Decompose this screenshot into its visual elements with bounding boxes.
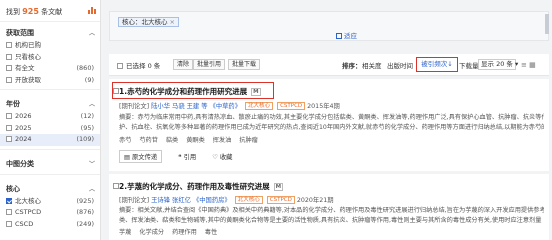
fulltext-badge[interactable]: M bbox=[273, 183, 284, 191]
query-bar: 核心：北大核心 × 适应 bbox=[109, 11, 549, 41]
checkbox-checked[interactable] bbox=[6, 197, 12, 204]
sort-cited-active[interactable]: 被引频次↓ bbox=[416, 57, 458, 72]
checkbox[interactable] bbox=[6, 136, 12, 142]
chevron-up-icon[interactable]: ︿ bbox=[89, 99, 95, 108]
keyword[interactable]: 化学成分 bbox=[139, 229, 164, 236]
checkbox[interactable] bbox=[6, 42, 12, 48]
result-item: 1.赤芍的化学成分和药理作用研究进展 M [期刊论文] 陆小华 马骁 王建 等 《… bbox=[109, 79, 549, 171]
checkbox[interactable] bbox=[6, 53, 12, 60]
checkbox[interactable] bbox=[6, 209, 12, 215]
keywords: 赤芍 芍药苷 萜类 黄酮类 挥发油 抗肿瘤 bbox=[119, 135, 264, 144]
keyword[interactable]: 萜类 bbox=[166, 137, 178, 144]
checkbox[interactable] bbox=[6, 220, 12, 227]
fulltext-badge[interactable]: M bbox=[251, 88, 261, 96]
core-badge: 北大核心 bbox=[245, 102, 274, 110]
keyword[interactable]: 毒性 bbox=[205, 229, 217, 236]
close-icon[interactable]: × bbox=[170, 18, 175, 26]
chart-icon[interactable] bbox=[88, 6, 96, 14]
sort-relevance[interactable]: 相关度 bbox=[362, 60, 382, 70]
filter-option[interactable]: 2026 (12) bbox=[0, 111, 100, 123]
selected-count: 已选择 0 条 bbox=[117, 60, 160, 70]
batch-download-button[interactable]: 批量下载 bbox=[228, 59, 261, 70]
document-icon: ▤ bbox=[124, 154, 130, 161]
chevron-up-icon[interactable]: ︿ bbox=[89, 28, 95, 37]
result-count-number: 925 bbox=[22, 7, 39, 16]
collapse-handle[interactable] bbox=[545, 14, 549, 34]
filter-tag[interactable]: 核心：北大核心 × bbox=[118, 17, 179, 27]
view-toggle[interactable]: ≡ ▦ bbox=[521, 61, 536, 69]
keyword[interactable]: 赤芍 bbox=[119, 137, 131, 144]
abstract-line: 摘要：赤芍为临床常用中药,具有清热凉血、散瘀止痛的功效,其主要化学成分包括萜类、… bbox=[119, 114, 544, 121]
select-all-checkbox[interactable] bbox=[117, 63, 123, 69]
keyword[interactable]: 挥发油 bbox=[213, 137, 232, 144]
section-title-core[interactable]: 核心 ︿ bbox=[0, 178, 100, 196]
cite-button[interactable]: ❝ 引用 bbox=[178, 152, 196, 161]
abstract-line: 摘要：相关文献,并结合查阅《中国药典》及相关中药典籍等,对本品的化学成分、药理作… bbox=[119, 207, 544, 214]
abstract-line: 护、抗血栓、抗氧化等多种显著的药理作用已成为近年研究的热点,查阅近10年国内外文… bbox=[119, 123, 544, 131]
clear-button[interactable]: 清除 bbox=[173, 59, 194, 70]
filter-sidebar: 找到 925 条文献 获取范围 ︿ 机构已购 只看核心 有全文 (860) 开放获取… bbox=[0, 0, 101, 240]
chevron-down-icon[interactable]: ﹀ bbox=[89, 159, 95, 168]
result-title[interactable]: 2.芋蔑的化学成分、药理作用及毒性研究进展 M bbox=[119, 181, 284, 192]
page-size-select[interactable]: 显示 20 条 ▾ bbox=[478, 59, 518, 70]
core-badge: CSTPCD bbox=[266, 196, 295, 204]
keyword[interactable]: 芍药苷 bbox=[139, 137, 158, 144]
checkbox[interactable] bbox=[6, 124, 12, 131]
result-meta: [期刊论文] 陆小华 马骁 王建 等 《中草药》 北大核心 CSTPCD 201… bbox=[119, 102, 340, 110]
sort-downloads[interactable]: 下载量 bbox=[459, 60, 479, 70]
quote-icon: ❝ bbox=[178, 154, 182, 161]
filter-option[interactable]: 2024 (109) bbox=[0, 134, 100, 146]
result-meta: [期刊论文] 王诗锋 张红亿 《中国药房》 北大核心 CSTPCD 2020年2… bbox=[119, 196, 334, 204]
batch-cite-button[interactable]: 批量引用 bbox=[193, 59, 226, 70]
doc-delivery-button[interactable]: ▤ 原文传递 bbox=[119, 150, 163, 163]
apply-icon bbox=[336, 33, 342, 39]
keywords: 芋蔑 化学成分 药理作用 毒性 bbox=[119, 227, 223, 236]
checkbox[interactable] bbox=[6, 76, 12, 83]
apply-button[interactable]: 适应 bbox=[336, 30, 357, 40]
year-issue: 2015年4期 bbox=[307, 103, 340, 110]
results-toolbar: 已选择 0 条 清除 批量引用 批量下载 排序： 相关度 出版时间 被引频次↓ … bbox=[109, 54, 549, 76]
filter-option[interactable]: 有全文 (860) bbox=[0, 63, 100, 75]
section-title-year[interactable]: 年份 ︿ bbox=[0, 93, 100, 111]
chevron-up-icon[interactable]: ︿ bbox=[89, 184, 95, 193]
filter-option[interactable]: 2025 (95) bbox=[0, 123, 100, 135]
checkbox[interactable] bbox=[6, 113, 12, 119]
filter-option[interactable]: 只看核心 bbox=[0, 52, 100, 64]
filter-option[interactable]: 机构已购 bbox=[0, 40, 100, 52]
sort-pubdate[interactable]: 出版时间 bbox=[387, 60, 413, 70]
result-item: 2.芋蔑的化学成分、药理作用及毒性研究进展 M [期刊论文] 王诗锋 张红亿 《中… bbox=[109, 174, 549, 240]
keyword[interactable]: 黄酮类 bbox=[186, 137, 205, 144]
keyword[interactable]: 芋蔑 bbox=[119, 229, 131, 236]
heart-icon: ♡ bbox=[212, 154, 218, 161]
filter-option[interactable]: CSCD (249) bbox=[0, 219, 100, 231]
filter-option[interactable]: CSTPCD (876) bbox=[0, 207, 100, 219]
keyword[interactable]: 药理作用 bbox=[172, 229, 197, 236]
authors[interactable]: 王诗锋 张红亿 bbox=[151, 197, 191, 204]
sort-label: 排序： bbox=[342, 62, 362, 70]
authors[interactable]: 陆小华 马骁 王建 等 bbox=[151, 103, 207, 110]
keyword[interactable]: 抗肿瘤 bbox=[239, 137, 258, 144]
result-title[interactable]: 1.赤芍的化学成分和药理作用研究进展 M bbox=[119, 86, 261, 97]
grid-view-icon[interactable]: ▦ bbox=[529, 61, 536, 69]
journal-source[interactable]: 《中国药房》 bbox=[193, 197, 231, 204]
journal-source[interactable]: 《中草药》 bbox=[210, 103, 241, 110]
core-badge: 北大核心 bbox=[234, 196, 263, 204]
main-content: 核心：北大核心 × 适应 已选择 0 条 清除 批量引用 批量下载 排序： 相关度… bbox=[109, 0, 552, 240]
filter-option[interactable]: 北大核心 (925) bbox=[0, 196, 100, 208]
result-count: 找到 925 条文献 bbox=[0, 0, 100, 22]
result-actions: ▤ 原文传递 ❝ 引用 ♡ 收藏 bbox=[119, 150, 246, 163]
filter-option[interactable]: 开放获取 (9) bbox=[0, 75, 100, 87]
abstract-line: 类、挥发油类、萜类和生物碱等,其中的黄酮类化合物等是主要的活性物质,具有抗炎、抗… bbox=[119, 216, 542, 224]
section-title-access[interactable]: 获取范围 ︿ bbox=[0, 22, 100, 40]
list-view-icon[interactable]: ≡ bbox=[521, 61, 527, 69]
checkbox[interactable] bbox=[6, 65, 12, 71]
year-issue: 2020年21期 bbox=[296, 197, 334, 204]
core-badge: CSTPCD bbox=[277, 102, 306, 110]
section-title-classification[interactable]: 中图分类 ﹀ bbox=[0, 153, 100, 171]
collect-button[interactable]: ♡ 收藏 bbox=[212, 152, 232, 161]
